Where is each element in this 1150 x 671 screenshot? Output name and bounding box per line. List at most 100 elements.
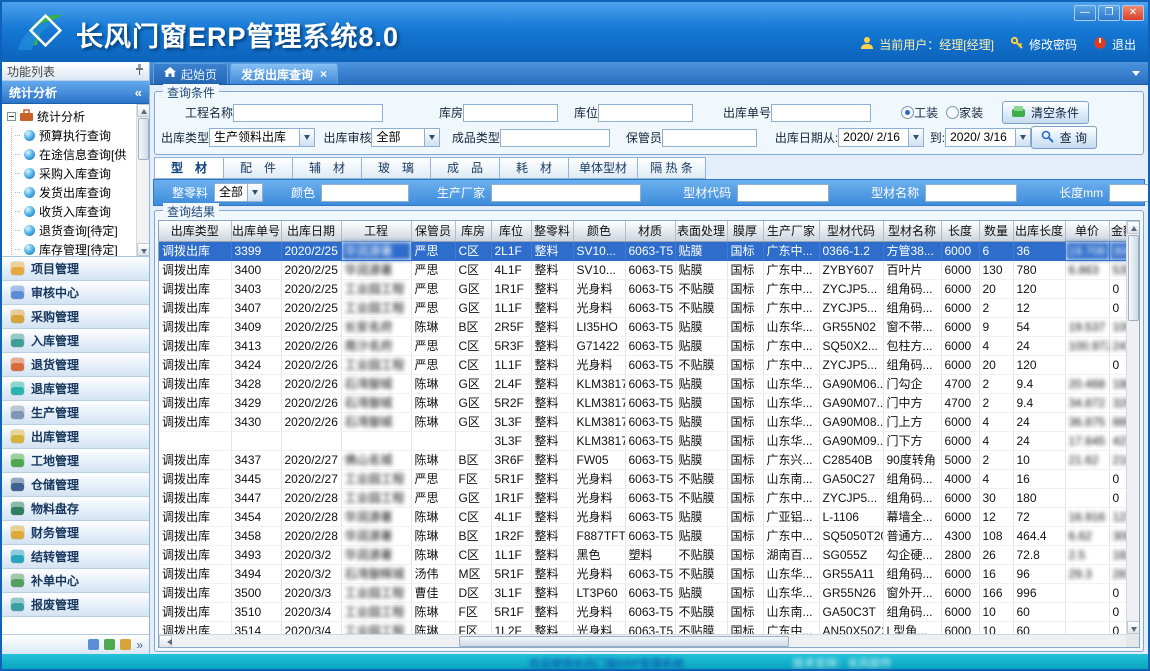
material-tab[interactable]: 成 品	[430, 157, 499, 179]
project-name-input[interactable]	[233, 104, 383, 122]
sidebar-menu-item[interactable]: 物料盘存	[2, 497, 149, 521]
tab-shipping-outbound-query[interactable]: 发货出库查询 ×	[230, 63, 338, 84]
chevron-down-icon[interactable]	[908, 128, 924, 147]
panel-icon[interactable]	[104, 639, 115, 650]
sidebar-section-header[interactable]: 统计分析 «	[2, 81, 149, 104]
material-tab[interactable]: 单体型材	[568, 157, 637, 179]
table-row[interactable]: 调拨出库34472020/2/28工业园工程严思G区1R1F整料光身料6063-…	[159, 488, 1126, 507]
minimize-button[interactable]: —	[1074, 5, 1096, 21]
sidebar-menu-item[interactable]: 审核中心	[2, 281, 149, 305]
table-row[interactable]: 调拨出库35142020/3/4工业园工程陈琳F区1L2F整料光身料6063-T…	[159, 621, 1126, 634]
chevron-down-icon[interactable]	[299, 128, 315, 147]
scroll-up-icon[interactable]	[137, 104, 149, 117]
table-row[interactable]: 调拨出库34932020/3/2华润源著陈琳C区1L1F整料黑色塑料不贴膜国标湖…	[159, 545, 1126, 564]
column-header[interactable]: 型材名称	[883, 221, 941, 241]
logout-button[interactable]: 退出	[1093, 36, 1136, 53]
table-row[interactable]: 调拨出库34002020/2/25华润源著严思C区4L1F整料SV10...60…	[159, 260, 1126, 279]
table-row[interactable]: 调拨出库34032020/2/25工业园工程严思G区1R1F整料光身料6063-…	[159, 279, 1126, 298]
tree-item[interactable]: 收货入库查询	[15, 202, 135, 221]
tab-close-icon[interactable]: ×	[320, 67, 327, 81]
vertical-scrollbar[interactable]	[1126, 221, 1139, 634]
column-header[interactable]: 型材代码	[819, 221, 883, 241]
sidebar-menu-item[interactable]: 报废管理	[2, 593, 149, 617]
column-header[interactable]: 出库类型	[159, 221, 231, 241]
radio-gongzhuang[interactable]	[901, 106, 914, 119]
column-header[interactable]: 保管员	[411, 221, 455, 241]
tab-start-page[interactable]: 起始页	[153, 63, 228, 84]
sidebar-menu-item[interactable]: 出库管理	[2, 425, 149, 449]
sidebar-menu-item[interactable]: 退货管理	[2, 353, 149, 377]
sidebar-menu-item[interactable]: 采购管理	[2, 305, 149, 329]
material-tab[interactable]: 型 材	[154, 157, 223, 179]
scrollbar-thumb[interactable]	[138, 118, 149, 160]
search-button[interactable]: 查 询	[1031, 126, 1097, 149]
column-header[interactable]: 出库长度	[1013, 221, 1065, 241]
sidebar-menu-item[interactable]: 仓储管理	[2, 473, 149, 497]
column-header[interactable]: 表面处理	[675, 221, 727, 241]
column-header[interactable]: 膜厚	[727, 221, 763, 241]
tree-root[interactable]: 统计分析	[7, 107, 135, 126]
table-row[interactable]: 调拨出库35002020/3/3工业园工程曹佳D区3L1F整料LT3P60606…	[159, 583, 1126, 602]
table-row[interactable]: 调拨出库34542020/2/28华润源著陈琳C区4L1F整料光身料6063-T…	[159, 507, 1126, 526]
sidebar-menu-item[interactable]: 项目管理	[2, 257, 149, 281]
sidebar-menu-item[interactable]: 生产管理	[2, 401, 149, 425]
outbound-audit-select[interactable]: 全部	[371, 128, 439, 147]
sidebar-menu-item[interactable]: 工地管理	[2, 449, 149, 473]
table-row[interactable]: 调拨出库34092020/2/25长安名府陈琳B区2R5F整料LI35HO606…	[159, 317, 1126, 336]
column-header[interactable]: 数量	[979, 221, 1013, 241]
tree-item[interactable]: 发货出库查询	[15, 183, 135, 202]
maximize-button[interactable]: ❐	[1098, 5, 1120, 21]
profile-code-input[interactable]	[737, 184, 829, 202]
material-tab[interactable]: 配 件	[223, 157, 292, 179]
tree-item[interactable]: 在途信息查询[供	[15, 145, 135, 164]
material-tab[interactable]: 耗 材	[499, 157, 568, 179]
column-header[interactable]: 库位	[491, 221, 531, 241]
sidebar-menu-item[interactable]: 结转管理	[2, 545, 149, 569]
tree-item[interactable]: 库存管理[待定]	[15, 240, 135, 257]
column-header[interactable]: 颜色	[573, 221, 625, 241]
table-row[interactable]: 调拨出库34942020/3/2石湾御辉城汤伟M区5R1F整料光身料6063-T…	[159, 564, 1126, 583]
table-row[interactable]: 3L3F整料KLM38176063-T5贴膜国标山东华...GA90M09...…	[159, 431, 1126, 450]
table-row[interactable]: 调拨出库34452020/2/27工业园工程严思F区5R1F整料光身料6063-…	[159, 469, 1126, 488]
change-password-button[interactable]: 修改密码	[1010, 36, 1077, 53]
whole-part-select[interactable]: 全部	[214, 183, 263, 202]
product-type-input[interactable]	[500, 129, 610, 147]
date-to-picker[interactable]: 2020/ 3/16	[945, 128, 1031, 147]
length-min-input[interactable]	[1109, 184, 1150, 202]
table-row[interactable]: 调拨出库34242020/2/26工业园工程严思C区1L1F整料光身料6063-…	[159, 355, 1126, 374]
column-header[interactable]: 长度	[941, 221, 979, 241]
date-from-picker[interactable]: 2020/ 2/16	[838, 128, 924, 147]
sidebar-menu-item[interactable]: 财务管理	[2, 521, 149, 545]
chevron-down-icon[interactable]	[247, 183, 263, 202]
outbound-type-select[interactable]: 生产领料出库	[209, 128, 315, 147]
tab-list-dropdown-icon[interactable]	[1132, 71, 1140, 76]
table-row[interactable]: 调拨出库34302020/2/26石湾御城陈琳G区3L3F整料KLM381760…	[159, 412, 1126, 431]
column-header[interactable]: 单价	[1065, 221, 1109, 241]
table-row[interactable]: 调拨出库35102020/3/4工业园工程陈琳F区5R1F整料光身料6063-T…	[159, 602, 1126, 621]
tree-item[interactable]: 退货查询[待定]	[15, 221, 135, 240]
tree-item[interactable]: 预算执行查询	[15, 126, 135, 145]
close-button[interactable]: ✕	[1122, 5, 1144, 21]
column-header[interactable]: 材质	[625, 221, 675, 241]
scroll-down-icon[interactable]	[137, 243, 149, 256]
tree-scrollbar[interactable]	[136, 104, 149, 256]
pin-icon[interactable]	[135, 64, 144, 78]
column-header[interactable]: 生产厂家	[763, 221, 819, 241]
sidebar-menu-item[interactable]: 退库管理	[2, 377, 149, 401]
sidebar-menu-item[interactable]: 补单中心	[2, 569, 149, 593]
table-row[interactable]: 调拨出库33992020/2/25华润源著严思C区2L1F整料SV10...60…	[159, 241, 1126, 260]
column-header[interactable]: 出库单号	[231, 221, 281, 241]
location-input[interactable]	[598, 104, 693, 122]
more-buttons-icon[interactable]: »	[136, 638, 143, 652]
chevron-down-icon[interactable]	[424, 128, 440, 147]
order-no-input[interactable]	[771, 104, 871, 122]
material-tab[interactable]: 辅 材	[292, 157, 361, 179]
table-row[interactable]: 调拨出库34292020/2/26石湾御城陈琳G区5R2F整料KLM381760…	[159, 393, 1126, 412]
maker-input[interactable]	[491, 184, 641, 202]
panel-icon[interactable]	[120, 639, 131, 650]
scroll-down-icon[interactable]	[1127, 621, 1140, 634]
scroll-up-icon[interactable]	[1127, 221, 1140, 234]
scrollbar-thumb[interactable]	[459, 636, 789, 647]
profile-name-input[interactable]	[925, 184, 1017, 202]
panel-icon[interactable]	[88, 639, 99, 650]
